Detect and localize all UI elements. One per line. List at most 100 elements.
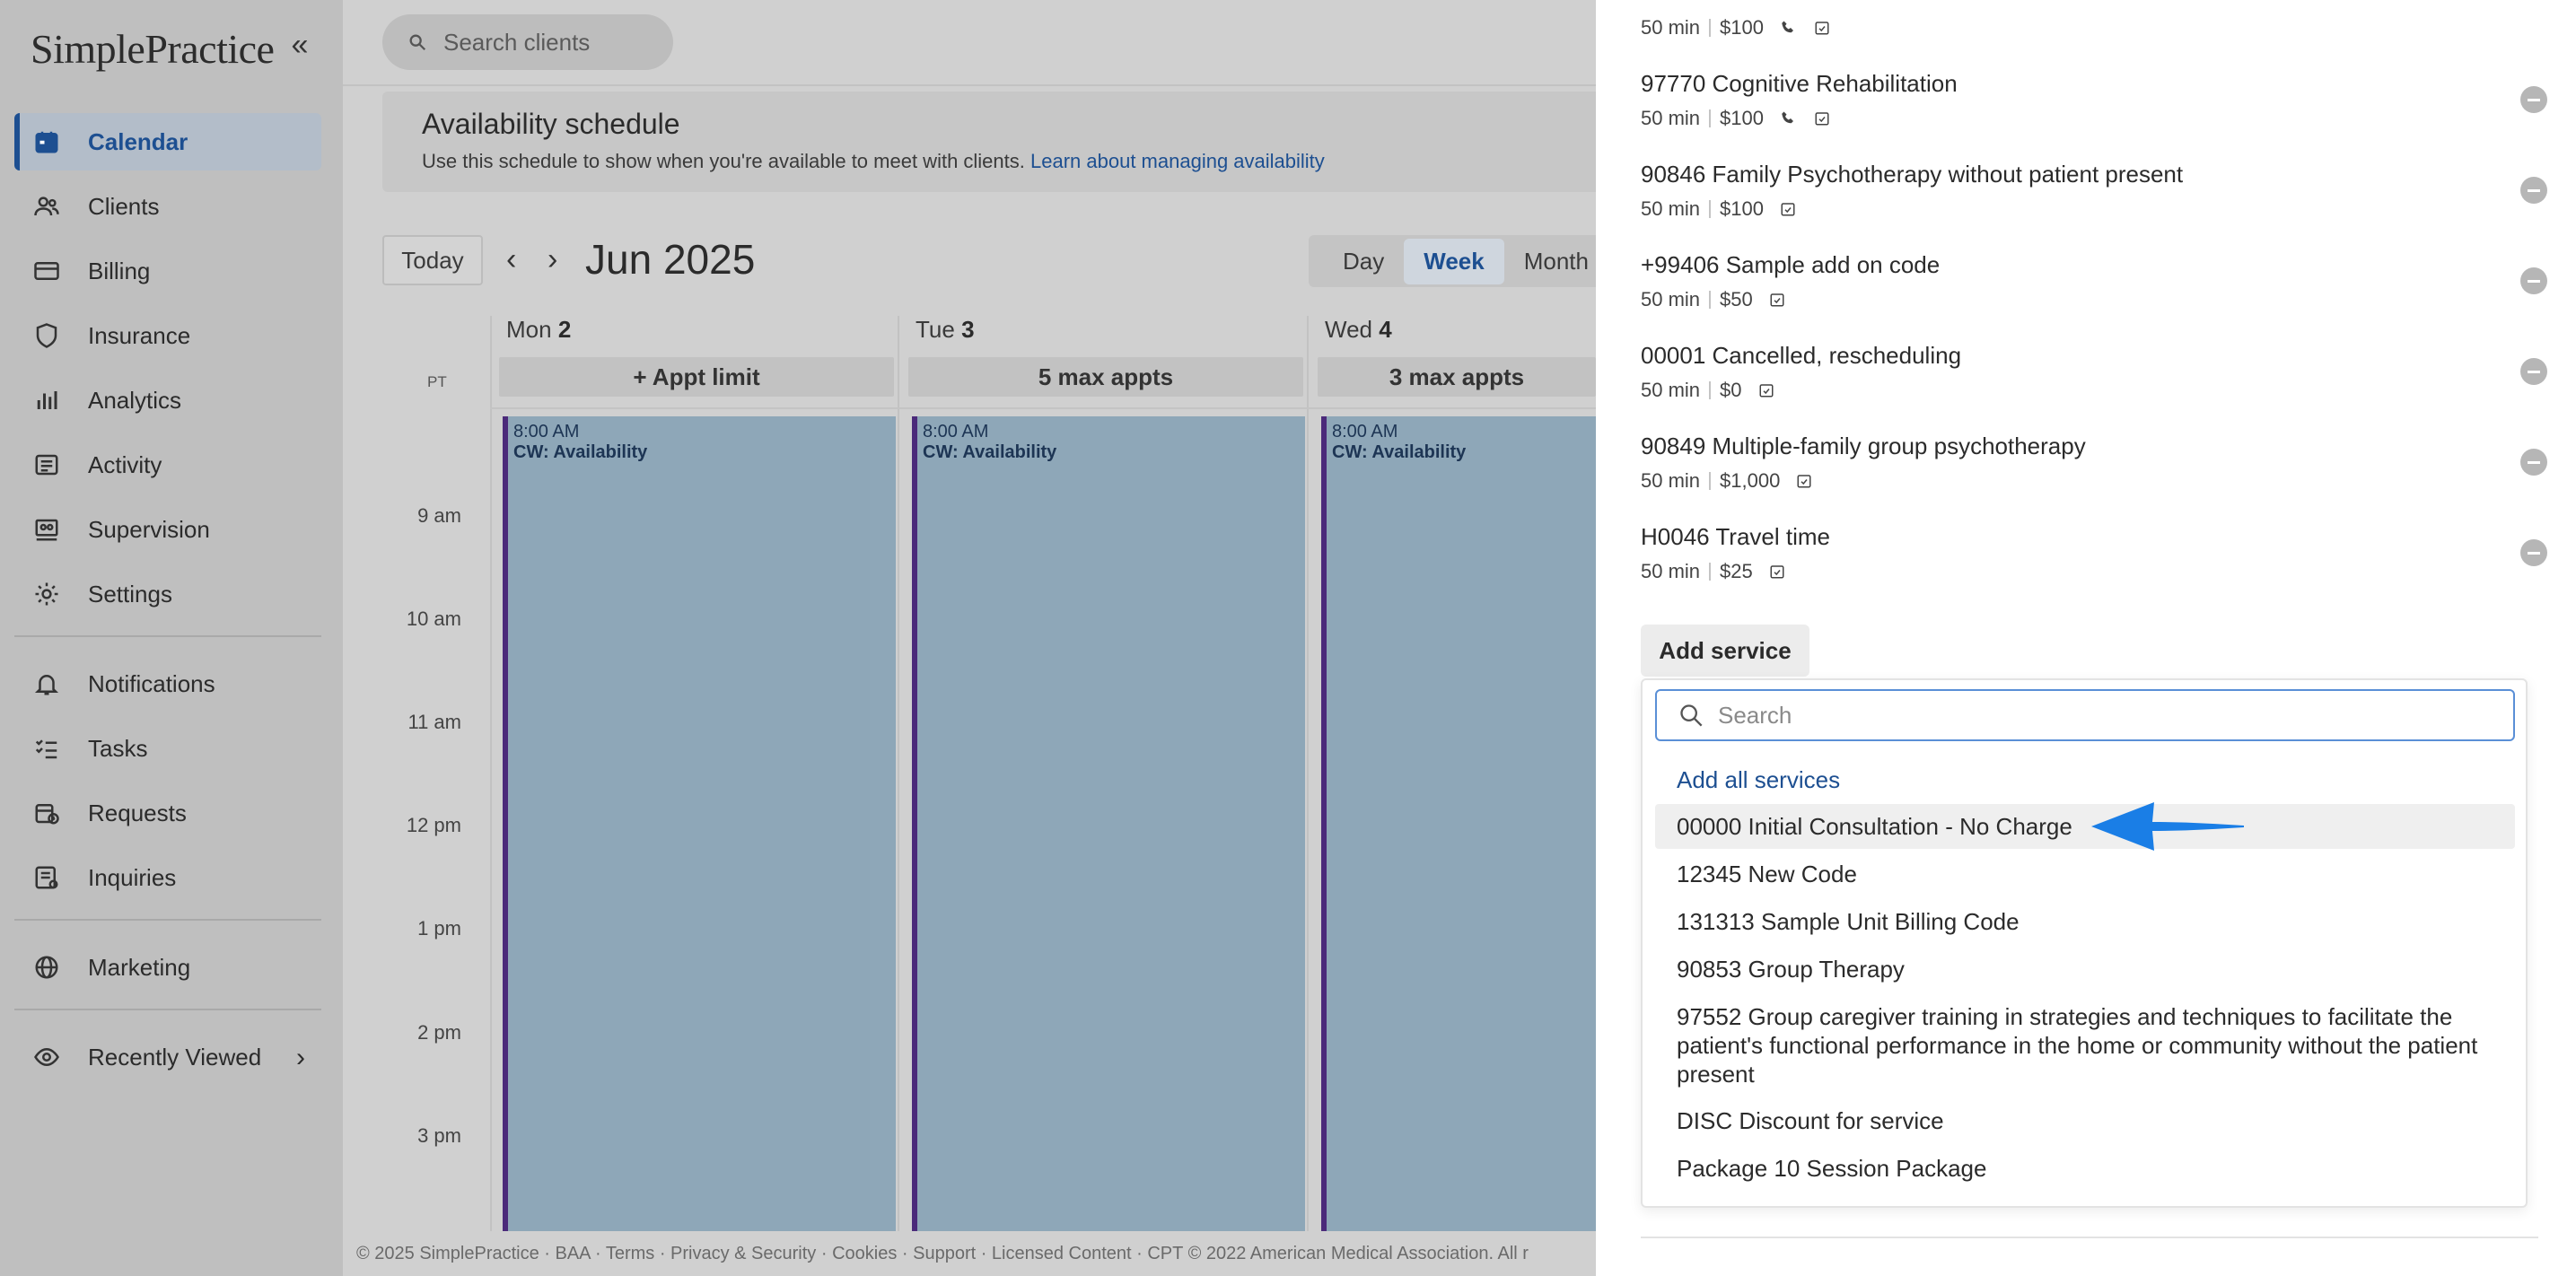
app-logo[interactable]: SimplePractice [31, 25, 275, 73]
sidebar-item-tasks[interactable]: Tasks [14, 720, 321, 777]
sidebar-item-activity[interactable]: Activity [14, 436, 321, 494]
service-option[interactable]: 97552 Group caregiver training in strate… [1655, 994, 2515, 1097]
remove-service-button[interactable] [2520, 449, 2547, 476]
service-price: $1,000 [1720, 469, 1781, 492]
sidebar-item-inquiries[interactable]: Inquiries [14, 849, 321, 906]
day-header-mon[interactable]: Mon 2 [506, 316, 571, 344]
service-item: 90849 Multiple-family group psychotherap… [1641, 433, 2547, 493]
service-price: $0 [1720, 379, 1742, 401]
sidebar-item-recently-viewed[interactable]: Recently Viewed › [14, 1028, 321, 1086]
sidebar-item-label: Requests [88, 799, 187, 826]
service-name: 97770 Cognitive Rehabilitation [1641, 70, 1958, 97]
calendar-check-icon [1794, 471, 1814, 491]
appt-limit-wed[interactable]: 3 max appts [1318, 357, 1596, 397]
view-week[interactable]: Week [1404, 238, 1504, 284]
gear-icon [32, 580, 61, 608]
sidebar-item-clients[interactable]: Clients [14, 178, 321, 235]
today-button[interactable]: Today [382, 235, 483, 285]
search-clients-input[interactable]: Search clients [382, 14, 673, 70]
grid-line [490, 316, 492, 1231]
block-label: CW: Availability [513, 442, 648, 462]
sidebar-item-billing[interactable]: Billing [14, 242, 321, 300]
service-option[interactable]: 00000 Initial Consultation - No Charge [1655, 804, 2515, 849]
prev-week-button[interactable]: ‹ [506, 242, 516, 277]
service-price: $25 [1720, 560, 1753, 582]
service-duration: 50 min [1641, 107, 1701, 129]
learn-availability-link[interactable]: Learn about managing availability [1030, 150, 1325, 172]
availability-block-wed[interactable]: 8:00 AM CW: Availability [1321, 416, 1596, 1231]
footer: © 2025 SimplePractice · BAA · Terms · Pr… [356, 1244, 1529, 1263]
credit-card-icon [32, 257, 61, 285]
view-month[interactable]: Month [1504, 239, 1608, 284]
divider [1709, 381, 1712, 399]
service-option[interactable]: 90853 Group Therapy [1655, 947, 2515, 992]
sidebar-item-insurance[interactable]: Insurance [14, 307, 321, 364]
next-week-button[interactable]: › [548, 242, 557, 277]
block-time: 8:00 AM [1332, 422, 1398, 441]
calendar-check-icon [1767, 290, 1787, 310]
divider [1709, 563, 1712, 581]
day-header-tue[interactable]: Tue 3 [916, 316, 975, 344]
day-number: 4 [1379, 316, 1392, 343]
phone-icon [1778, 18, 1798, 38]
sidebar-item-notifications[interactable]: Notifications [14, 655, 321, 712]
block-label: CW: Availability [923, 442, 1057, 462]
sidebar-item-analytics[interactable]: Analytics [14, 371, 321, 429]
checklist-icon [32, 734, 61, 763]
sidebar-item-label: Notifications [88, 669, 215, 697]
search-placeholder: Search clients [443, 28, 591, 56]
appt-limit-mon[interactable]: + Appt limit [499, 357, 894, 397]
divider [1709, 291, 1712, 309]
block-time: 8:00 AM [923, 422, 989, 441]
collapse-sidebar-button[interactable]: « [285, 30, 314, 61]
calendar-icon [32, 127, 61, 156]
remove-service-button[interactable] [2520, 267, 2547, 294]
calendar-check-icon [1778, 199, 1798, 219]
service-option[interactable]: Package 10 Session Package [1655, 1146, 2515, 1191]
appt-limit-tue[interactable]: 5 max appts [908, 357, 1303, 397]
service-option[interactable]: 131313 Sample Unit Billing Code [1655, 899, 2515, 944]
remove-service-button[interactable] [2520, 358, 2547, 385]
add-service-button[interactable]: Add service [1641, 625, 1809, 677]
service-option[interactable]: 12345 New Code [1655, 852, 2515, 896]
service-meta: 50 min $100 [1641, 16, 2538, 39]
remove-service-button[interactable] [2520, 177, 2547, 204]
sidebar-item-settings[interactable]: Settings [14, 565, 321, 623]
inquiry-icon [32, 863, 61, 892]
availability-banner: Availability schedule Use this schedule … [382, 92, 1639, 192]
availability-block-tue[interactable]: 8:00 AM CW: Availability [912, 416, 1305, 1231]
chevron-right-icon: › [296, 1043, 305, 1072]
service-price: $100 [1720, 197, 1764, 220]
view-switcher: Day Week Month [1309, 235, 1639, 287]
view-day[interactable]: Day [1323, 239, 1404, 284]
service-meta: 50 min $0 [1641, 379, 2538, 402]
calendar-controls: Today ‹ › Jun 2025 Day Week Month [382, 235, 1639, 289]
sidebar-item-label: Activity [88, 450, 162, 478]
add-service-dropdown: Search Add all services 00000 Initial Co… [1641, 678, 2528, 1208]
calendar-check-icon [1767, 562, 1787, 581]
sidebar-item-marketing[interactable]: Marketing [14, 939, 321, 996]
divider [1709, 472, 1712, 490]
sidebar-nav: Calendar Clients Billing Insurance Analy… [14, 113, 321, 1093]
supervision-icon [32, 515, 61, 544]
grid-line [490, 407, 1657, 409]
remove-service-button[interactable] [2520, 539, 2547, 566]
day-header-wed[interactable]: Wed 4 [1325, 316, 1392, 344]
service-item: H0046 Travel time 50 min $25 [1641, 523, 2547, 583]
sidebar-item-requests[interactable]: Requests [14, 784, 321, 842]
service-search-input[interactable]: Search [1655, 689, 2515, 741]
add-all-services-link[interactable]: Add all services [1677, 766, 1840, 794]
sidebar-item-label: Supervision [88, 515, 210, 543]
grid-line [1307, 316, 1309, 1231]
service-item: 90846 Family Psychotherapy without patie… [1641, 161, 2547, 221]
sidebar-item-label: Settings [88, 580, 172, 607]
time-label: 9 am [417, 504, 461, 527]
nav-divider [14, 1009, 321, 1010]
remove-service-button[interactable] [2520, 86, 2547, 113]
sidebar-item-calendar[interactable]: Calendar [14, 113, 321, 170]
availability-block-mon[interactable]: 8:00 AM CW: Availability [503, 416, 896, 1231]
panel-divider [1641, 1237, 2538, 1238]
service-option[interactable]: DISC Discount for service [1655, 1098, 2515, 1143]
sidebar-item-supervision[interactable]: Supervision [14, 501, 321, 558]
sidebar: SimplePractice « Calendar Clients Billin… [0, 0, 343, 1276]
